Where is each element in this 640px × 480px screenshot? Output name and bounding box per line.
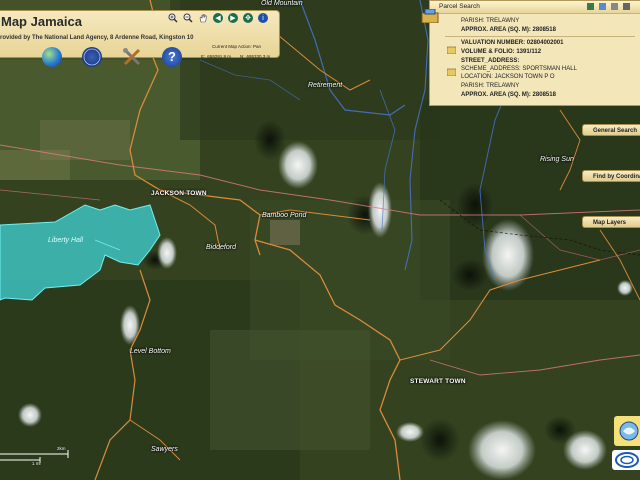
back-arrow-icon[interactable]: ◀ bbox=[213, 13, 223, 23]
zoom-in-icon[interactable] bbox=[168, 13, 178, 23]
full-extent-icon[interactable]: ✥ bbox=[243, 13, 253, 23]
forward-arrow-icon[interactable]: ▶ bbox=[228, 13, 238, 23]
record2-area: APPROX. AREA (SQ. M): 2808518 bbox=[461, 92, 556, 98]
place-label-jackson-town: JACKSON TOWN bbox=[151, 190, 207, 197]
parcel-search-panel: Parcel Search PARISH: TRELAWNY APPROX. A… bbox=[421, 0, 640, 106]
parcel-record-icon[interactable] bbox=[446, 63, 457, 77]
place-label-retirement: Retirement bbox=[308, 82, 343, 89]
place-label-biddeford: Biddeford bbox=[206, 244, 236, 251]
scale-bar: 2km 1 mi bbox=[0, 446, 70, 468]
map-layers-tab[interactable]: Map Layers bbox=[582, 216, 640, 228]
place-label-old-mountain: Old Mountain bbox=[261, 0, 303, 7]
place-label-sawyers: Sawyers bbox=[151, 446, 178, 453]
record1-area: APPROX. AREA (SQ. M): 2808518 bbox=[461, 27, 556, 33]
nla-logo bbox=[614, 416, 640, 446]
find-by-coordinates-tab[interactable]: Find by Coordinates bbox=[582, 170, 640, 182]
info-icon[interactable]: i bbox=[258, 13, 268, 23]
place-label-bamboo-pond: Bamboo Pond bbox=[262, 212, 307, 219]
pan-hand-icon[interactable] bbox=[198, 13, 208, 23]
header-panel: Map Jamaica rovided by The National Land… bbox=[0, 10, 280, 67]
app-subtitle: rovided by The National Land Agency, 8 A… bbox=[0, 35, 194, 41]
scale-label-mi: 1 mi bbox=[32, 461, 41, 466]
northing-readout: N: 695330.3 m bbox=[240, 54, 271, 59]
record2-scheme: SCHEME_ADDRESS: SPORTSMAN HALL bbox=[461, 66, 577, 72]
record2-valuation: VALUATION NUMBER: 02804002001 bbox=[461, 40, 564, 46]
zoom-out-icon[interactable] bbox=[183, 13, 193, 23]
record2-street: STREET_ADDRESS: bbox=[461, 58, 520, 64]
parcel-search-icon bbox=[420, 8, 440, 24]
place-label-rising-sun: Rising Sun bbox=[540, 156, 574, 163]
record2-parish: PARISH: TRELAWNY bbox=[461, 83, 520, 89]
help-icon[interactable]: ? bbox=[162, 47, 182, 67]
current-map-action: Current Map Action: Pan bbox=[212, 44, 262, 49]
compass-icon[interactable] bbox=[82, 47, 102, 67]
export-icon[interactable] bbox=[587, 3, 594, 10]
place-label-level-bottom: Level Bottom bbox=[130, 348, 171, 355]
divider bbox=[445, 36, 635, 37]
app-title: Map Jamaica bbox=[1, 14, 82, 29]
globe-icon[interactable] bbox=[42, 47, 62, 67]
place-label-stewart-town: STEWART TOWN bbox=[410, 378, 466, 385]
easting-readout: E: 659291.8 m bbox=[201, 54, 232, 59]
tools-icon[interactable] bbox=[122, 47, 142, 67]
minimize-icon[interactable] bbox=[611, 3, 618, 10]
parcel-search-title: Parcel Search bbox=[439, 3, 480, 10]
print-icon[interactable] bbox=[599, 3, 606, 10]
record1-parish: PARISH: TRELAWNY bbox=[461, 18, 520, 24]
parcel-search-titlebar: Parcel Search bbox=[430, 1, 640, 14]
record2-location: LOCATION: JACKSON TOWN P O bbox=[461, 74, 555, 80]
parcel-record-icon[interactable] bbox=[446, 41, 457, 55]
partner-logo bbox=[612, 450, 640, 470]
parcel-label-liberty-hall: Liberty Hall bbox=[48, 237, 84, 244]
record2-volume: VOLUME & FOLIO: 1391/112 bbox=[461, 49, 542, 55]
general-search-tab[interactable]: General Search bbox=[582, 124, 640, 136]
close-icon[interactable] bbox=[623, 3, 630, 10]
